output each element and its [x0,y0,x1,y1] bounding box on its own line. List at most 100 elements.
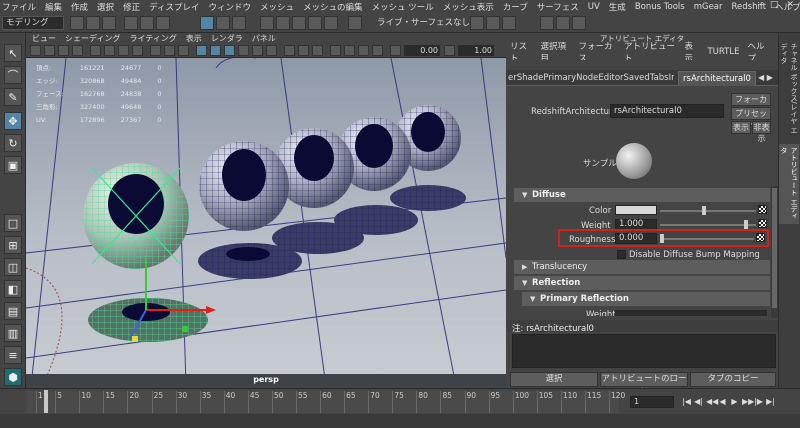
play-backwards-icon[interactable]: ◀ [718,396,727,408]
wireframe-on-shaded-icon[interactable] [224,45,235,56]
depth-of-field-icon[interactable] [372,45,383,56]
section-translucency[interactable]: ▶ Translucency [514,260,770,274]
wireframe-icon[interactable] [196,45,207,56]
image-plane-icon[interactable] [72,45,83,56]
step-forward-key-icon[interactable]: |▶ [754,396,763,408]
toggle-outliner-icon[interactable] [572,16,586,30]
field-chart-icon[interactable] [150,45,161,56]
scale-tool-icon[interactable]: ▣ [4,156,22,174]
snap-surface-icon[interactable] [324,16,338,30]
tab-attribute-editor[interactable]: アトリビュート エディタ [779,144,799,224]
ae-scrollbar-thumb[interactable] [772,188,777,308]
snap-point-icon[interactable] [292,16,306,30]
smooth-shade-icon[interactable] [210,45,221,56]
select-hierarchy-icon[interactable] [124,16,138,30]
presets-button[interactable]: プリセット [731,107,771,129]
show-button[interactable]: 表示 [731,121,751,134]
disable-bump-checkbox[interactable] [617,250,626,259]
toggle-hypershade-icon[interactable] [556,16,570,30]
menu-item[interactable]: ウィンドウ [208,1,251,13]
tab-rs-architectural[interactable]: rsArchitectural0 [678,71,756,86]
save-scene-icon[interactable] [102,16,116,30]
menu-item[interactable]: サーフェス [537,1,579,13]
current-time-indicator[interactable] [44,390,48,413]
paint-select-icon[interactable]: ✎ [4,88,22,106]
make-live-icon[interactable] [348,16,362,30]
select-tool-icon[interactable]: ↖ [4,44,22,62]
clipped-weight-field[interactable] [615,310,767,316]
menu-item[interactable]: 選択 [97,1,114,13]
film-gate-icon[interactable] [104,45,115,56]
range-slider[interactable] [0,414,800,428]
textured-icon[interactable] [238,45,249,56]
anti-aliasing-icon[interactable] [358,45,369,56]
mode-dropdown[interactable]: モデリング [2,16,64,30]
snap-view-icon[interactable] [308,16,322,30]
layout-four-icon[interactable]: ⊞ [4,236,22,254]
weight-map-button-icon[interactable] [758,219,767,228]
safe-title-icon[interactable] [178,45,189,56]
color-slider-knob[interactable] [702,206,706,215]
ambient-occlusion-icon[interactable] [330,45,341,56]
grid-toggle-icon[interactable] [90,45,101,56]
gate-mask-icon[interactable] [132,45,143,56]
tab-channel-box[interactable]: チャネル ボックス/レイヤ エディタ [779,40,799,140]
focus-button[interactable]: フォーカス [731,93,771,115]
current-frame-field[interactable]: 1 [630,396,674,408]
render-icon[interactable] [470,16,484,30]
menu-item[interactable]: メッシュの編集 [303,1,363,13]
menu-item[interactable]: mGear [694,2,723,12]
layout-list-icon[interactable]: ≡ [4,346,22,364]
resolution-gate-icon[interactable] [118,45,129,56]
section-primary-reflection[interactable]: ▼ Primary Reflection [522,292,770,306]
shadows-icon[interactable] [266,45,277,56]
exposure-field[interactable]: 0.00 [404,45,440,56]
menu-item[interactable]: 編集 [45,1,62,13]
load-attributes-button[interactable]: アトリビュートのロード [600,372,688,397]
minimize-button[interactable]: – [757,0,762,13]
menu-item[interactable]: メッシュ表示 [443,1,494,13]
isolate-select-icon[interactable] [284,45,295,56]
step-forward-frame-icon[interactable]: ▶▶ [742,396,754,408]
select-joints-icon[interactable] [216,16,230,30]
menu-item[interactable]: ファイル [2,1,36,13]
layout-single-icon[interactable]: □ [4,214,22,232]
select-object-icon[interactable] [140,16,154,30]
gamma-icon[interactable] [444,45,455,56]
node-name-field[interactable]: rsArchitectural0 [610,104,724,118]
viewport-menu-item[interactable]: シェーディング [65,33,120,44]
layout-graph-icon[interactable]: ▤ [4,302,22,320]
exposure-icon[interactable] [390,45,401,56]
section-diffuse[interactable]: ▼ Diffuse [514,188,770,202]
xray-joints-icon[interactable] [312,45,323,56]
use-lights-icon[interactable] [252,45,263,56]
rotate-tool-icon[interactable]: ↻ [4,134,22,152]
weight-slider-track[interactable] [660,224,756,226]
menu-item[interactable]: UV [588,2,600,12]
menu-item[interactable]: 生成 [609,1,626,13]
camera-attributes-icon[interactable] [44,45,55,56]
maximize-button[interactable]: □ [770,0,779,13]
select-component-icon[interactable] [156,16,170,30]
xray-icon[interactable] [298,45,309,56]
layout-persp-outliner-icon[interactable]: ◧ [4,280,22,298]
menu-item[interactable]: メッシュ [260,1,294,13]
go-to-end-icon[interactable]: ▶| [766,396,775,408]
menu-item[interactable]: 修正 [123,1,140,13]
motion-blur-icon[interactable] [344,45,355,56]
menu-item[interactable]: カーブ [503,1,528,13]
snap-grid-icon[interactable] [260,16,274,30]
roughness-map-button-icon[interactable] [756,233,765,242]
notes-textarea[interactable] [512,334,776,368]
select-curves-icon[interactable] [232,16,246,30]
menu-item[interactable]: ディスプレイ [149,1,199,13]
tab-saved-tabs-info[interactable]: erShadePrimaryNodeEditorSavedTabsInfo [508,72,674,85]
roughness-slider-track[interactable] [660,238,754,240]
lasso-tool-icon[interactable]: ⌒ [4,66,22,84]
step-back-key-icon[interactable]: ◀| [694,396,703,408]
ae-menu-item[interactable]: TURTLE [707,47,739,57]
step-back-frame-icon[interactable]: ◀◀ [706,396,718,408]
gamma-field[interactable]: 1.00 [458,45,494,56]
close-button[interactable]: ✕ [786,0,794,13]
go-to-start-icon[interactable]: |◀ [682,396,691,408]
